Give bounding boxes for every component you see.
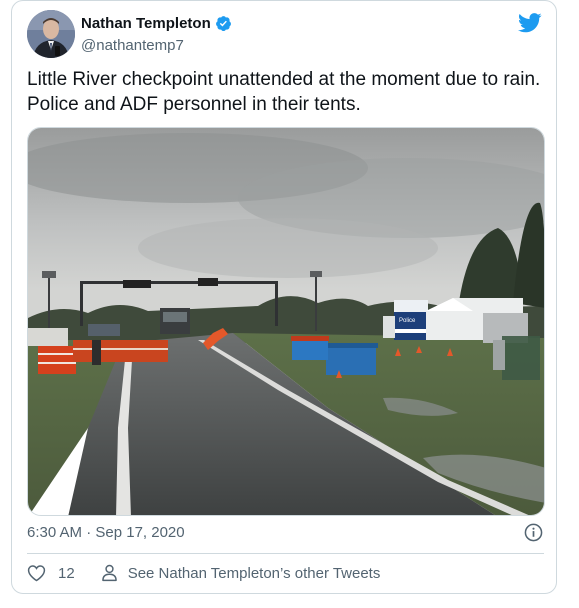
verified-badge-icon [215,16,231,32]
twitter-bird-icon[interactable] [518,13,542,33]
heart-icon [27,565,46,582]
tweet-photo[interactable]: Police [27,127,545,516]
like-button[interactable]: 12 [27,564,75,582]
like-count: 12 [58,564,75,582]
avatar[interactable] [27,10,75,58]
avatar-image [27,10,75,58]
author-name[interactable]: Nathan Templeton [81,15,232,32]
embedded-tweet-card: Nathan Templeton @nathantemp7 Little Riv… [11,0,557,594]
police-sign: Police [399,318,416,324]
see-other-tweets-link[interactable]: See Nathan Templeton’s other Tweets [101,564,381,582]
divider [27,553,544,554]
tweet-text: Little River checkpoint unattended at th… [27,69,541,115]
person-icon [101,564,117,582]
info-icon[interactable] [524,523,543,542]
tweet-timestamp[interactable]: 6:30 AM · Sep 17, 2020 [27,524,185,541]
tweet-actions: 12 See Nathan Templeton’s other Tweets [27,564,380,582]
photo-of-road-checkpoint: Police [28,128,544,515]
see-other-tweets-label: See Nathan Templeton’s other Tweets [127,564,381,582]
author-name-text: Nathan Templeton [81,15,211,32]
author-handle[interactable]: @nathantemp7 [81,37,184,54]
